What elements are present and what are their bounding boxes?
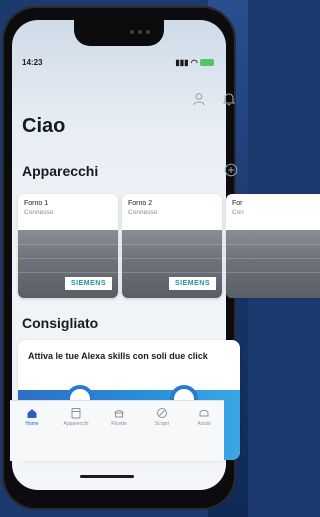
- camera-dot: [130, 30, 134, 34]
- oven-image: SIEMENS: [122, 230, 222, 298]
- device-status: Connesso: [24, 209, 54, 216]
- device-status: Connesso: [128, 209, 158, 216]
- recipes-icon: [114, 410, 124, 418]
- camera-dot: [138, 30, 142, 34]
- oven-image: SIEMENS: [18, 230, 118, 298]
- add-device-icon[interactable]: [224, 163, 238, 177]
- promo-text: Attiva le tue Alexa skills con soli due …: [28, 351, 208, 361]
- recommended-section-title: Consigliato: [22, 315, 99, 331]
- tab-label: Home: [25, 421, 39, 427]
- wifi-icon: ◠: [190, 58, 198, 67]
- status-time: 14:23: [22, 58, 43, 67]
- device-card[interactable]: Forno 2 Connesso SIEMENS: [122, 194, 222, 298]
- tab-appliances[interactable]: Apparecchi: [56, 407, 96, 427]
- home-indicator: [80, 475, 134, 478]
- device-card[interactable]: Forno 1 Connesso SIEMENS: [18, 194, 118, 298]
- bell-icon[interactable]: [222, 92, 236, 106]
- bottom-tab-bar: Home Apparecchi Ricette Scopri Assist: [10, 400, 224, 461]
- signal-icon: ▮▮▮: [175, 58, 189, 67]
- greeting-title: Ciao: [22, 115, 66, 137]
- device-status: Con: [232, 209, 244, 216]
- tab-home[interactable]: Home: [12, 407, 52, 427]
- tab-recipes[interactable]: Ricette: [99, 407, 139, 427]
- tab-label: Scopri: [154, 421, 170, 427]
- status-bar: 14:23 ▮▮▮ ◠: [22, 58, 222, 72]
- tab-label: Apparecchi: [63, 421, 89, 427]
- brand-logo: SIEMENS: [168, 277, 216, 290]
- discover-icon: [157, 408, 167, 418]
- tab-label: Ricette: [111, 421, 127, 427]
- battery-icon: [200, 59, 214, 67]
- status-icons: ▮▮▮ ◠: [175, 58, 214, 67]
- device-name: Forno 1: [24, 200, 49, 207]
- tab-assist[interactable]: Assist: [184, 407, 224, 427]
- device-carousel: Forno 1 Connesso SIEMENS Forno 2 Conness…: [18, 194, 320, 298]
- home-icon: [27, 409, 37, 418]
- devices-section-title: Apparecchi: [22, 163, 99, 179]
- brand-logo: SIEMENS: [64, 277, 112, 290]
- camera-dot: [146, 30, 150, 34]
- assist-icon: [199, 409, 209, 417]
- user-icon[interactable]: [192, 92, 206, 106]
- tab-discover[interactable]: Scopri: [142, 407, 182, 427]
- tab-label: Assist: [197, 421, 211, 427]
- device-name: For: [232, 200, 243, 207]
- device-name: Forno 2: [128, 200, 153, 207]
- device-card[interactable]: For Con: [226, 194, 320, 298]
- notch: [74, 20, 164, 46]
- oven-image: [226, 230, 320, 298]
- appliances-icon: [71, 408, 81, 419]
